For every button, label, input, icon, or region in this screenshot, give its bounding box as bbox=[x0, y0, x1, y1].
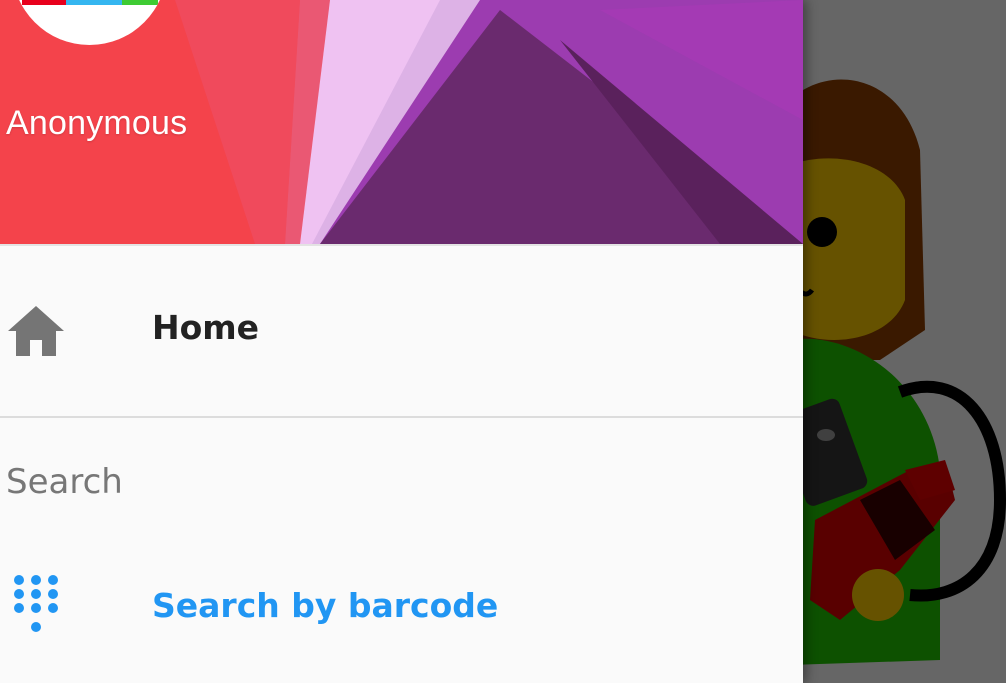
navigation-drawer: Anonymous Home Search Search by barcode bbox=[0, 0, 803, 683]
app-screen: Anonymous Home Search Search by barcode bbox=[0, 0, 1006, 683]
app-logo-icon bbox=[22, 0, 158, 5]
drawer-header: Anonymous bbox=[0, 0, 803, 246]
dialpad-icon bbox=[13, 574, 59, 639]
nav-item-search-by-barcode[interactable]: Search by barcode bbox=[0, 560, 803, 660]
nav-item-search-by-barcode-label: Search by barcode bbox=[152, 586, 499, 625]
search-section-header: Search bbox=[6, 462, 123, 502]
home-icon bbox=[6, 304, 66, 361]
nav-item-home-label: Home bbox=[152, 308, 260, 347]
nav-item-home[interactable]: Home bbox=[0, 246, 803, 418]
user-name: Anonymous bbox=[6, 104, 188, 142]
